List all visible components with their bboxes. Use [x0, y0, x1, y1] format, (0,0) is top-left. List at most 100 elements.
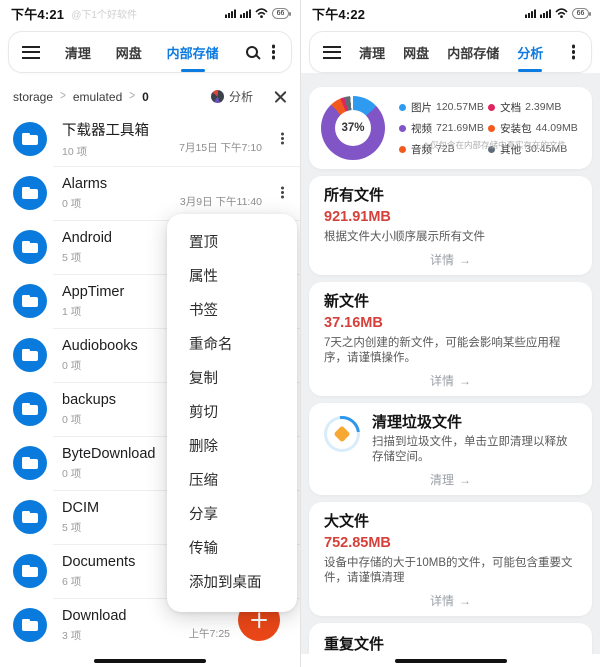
breadcrumb-segment[interactable]: storage [13, 90, 53, 104]
screen: 下午4:21 @下1个好软件 66 清理 网盘 内部存储 storage > e… [0, 0, 600, 667]
legend-item-videos: 视频721.69MB [399, 121, 486, 136]
menu-item-bookmark[interactable]: 书签 [167, 294, 297, 328]
menu-item-compress[interactable]: 压缩 [167, 464, 297, 498]
legend-item-documents: 文档2.39MB [488, 100, 580, 115]
tab-cloud-drive[interactable]: 网盘 [403, 43, 429, 62]
card-title: 重复文件 [324, 636, 577, 653]
menu-item-delete[interactable]: 删除 [167, 430, 297, 464]
tab-internal-storage[interactable]: 内部存储 [167, 43, 219, 62]
wifi-icon [255, 8, 268, 18]
gesture-bar [301, 654, 600, 667]
legend-dot [399, 146, 406, 153]
file-count: 6 项 [62, 574, 135, 589]
arrow-right-icon: → [459, 594, 471, 608]
storage-summary-card: 37% 图片120.57MB 视频721.69MB 音频72B 文档2.39MB… [309, 87, 592, 169]
cellular-signal-icon [240, 9, 251, 18]
menu-item-cut[interactable]: 剪切 [167, 396, 297, 430]
chevron-right-icon: > [60, 89, 66, 103]
folder-icon [13, 176, 47, 210]
file-name: backups [62, 392, 116, 408]
file-name: 下载器工具箱 [62, 119, 149, 140]
folder-icon [13, 500, 47, 534]
menu-icon[interactable] [323, 46, 341, 59]
file-name: Android [62, 230, 112, 246]
row-more-icon[interactable] [281, 191, 284, 194]
menu-item-rename[interactable]: 重命名 [167, 328, 297, 362]
top-tab-bar: 清理 网盘 内部存储 分析 [309, 31, 592, 73]
file-name: Audiobooks [62, 338, 138, 354]
analyze-button[interactable]: 分析 [211, 88, 253, 105]
home-indicator[interactable] [395, 659, 507, 663]
menu-item-add-to-home[interactable]: 添加到桌面 [167, 566, 297, 600]
battery-icon: 66 [272, 8, 289, 19]
file-count: 1 项 [62, 304, 124, 319]
more-options-icon[interactable] [272, 50, 276, 54]
menu-item-share[interactable]: 分享 [167, 498, 297, 532]
analyze-label: 分析 [229, 88, 253, 105]
context-menu: 置顶 属性 书签 重命名 复制 剪切 删除 压缩 分享 传输 添加到桌面 [167, 214, 297, 612]
file-count: 0 项 [62, 196, 107, 211]
folder-icon [13, 122, 47, 156]
file-row[interactable]: 下载器工具箱10 项 7月15日 下午7:10 [0, 112, 300, 166]
legend-dot [488, 125, 495, 132]
left-phone-internal-storage: 下午4:21 @下1个好软件 66 清理 网盘 内部存储 storage > e… [0, 0, 300, 667]
card-title: 新文件 [324, 293, 577, 310]
file-count: 0 项 [62, 358, 138, 373]
card-all-files: 所有文件 921.91MB 根据文件大小顺序展示所有文件 详情→ [309, 176, 592, 275]
wifi-icon [555, 8, 568, 18]
menu-item-properties[interactable]: 属性 [167, 260, 297, 294]
cellular-signal-icon [525, 9, 536, 18]
broom-icon [324, 416, 360, 452]
arrow-right-icon: → [459, 473, 471, 487]
breadcrumb-segment-current[interactable]: 0 [142, 90, 149, 104]
folder-icon [13, 284, 47, 318]
legend-item-images: 图片120.57MB [399, 100, 486, 115]
status-icons: 66 [525, 8, 589, 19]
storage-donut-chart: 37% [321, 96, 385, 160]
file-name: Download [62, 608, 127, 624]
battery-icon: 66 [572, 8, 589, 19]
legend-dot [488, 104, 495, 111]
right-phone-analyze: 下午4:22 66 清理 网盘 内部存储 分析 [300, 0, 600, 667]
details-button[interactable]: 详情→ [324, 246, 577, 270]
file-name: ByteDownload [62, 446, 156, 462]
cellular-signal-icon [540, 9, 551, 18]
status-bar: 下午4:21 @下1个好软件 66 [0, 0, 300, 26]
legend-item-packages: 安装包44.09MB [488, 121, 580, 136]
row-more-icon[interactable] [281, 137, 284, 140]
breadcrumb-segment[interactable]: emulated [73, 90, 122, 104]
legend-dot [399, 104, 406, 111]
file-row[interactable]: Alarms0 项 3月9日 下午11:40 [0, 166, 300, 220]
card-size-value: 921.91MB [324, 209, 577, 225]
menu-item-pin-to-top[interactable]: 置顶 [167, 226, 297, 260]
file-count: 5 项 [62, 250, 112, 265]
details-button[interactable]: 详情→ [324, 587, 577, 611]
details-button[interactable]: 详情→ [324, 367, 577, 391]
tab-clean[interactable]: 清理 [359, 43, 385, 62]
file-count: 10 项 [62, 144, 149, 159]
breadcrumb: storage > emulated > 0 分析 [0, 79, 300, 112]
more-options-icon[interactable] [572, 50, 576, 54]
clean-button[interactable]: 清理→ [324, 466, 577, 490]
menu-icon[interactable] [22, 46, 40, 59]
home-indicator[interactable] [94, 659, 206, 663]
tab-cloud-drive[interactable]: 网盘 [116, 43, 142, 62]
donut-legend: 图片120.57MB 视频721.69MB 音频72B 文档2.39MB 安装包… [399, 100, 580, 157]
status-icons: 66 [225, 8, 289, 19]
pie-chart-icon [211, 90, 224, 103]
file-name: AppTimer [62, 284, 124, 300]
tab-clean[interactable]: 清理 [65, 43, 91, 62]
menu-item-transfer[interactable]: 传输 [167, 532, 297, 566]
tab-analyze[interactable]: 分析 [517, 43, 543, 62]
donut-footnote: * 仅包含在内部存储中真实存在的文件 [424, 139, 566, 151]
card-large-files: 大文件 752.85MB 设备中存储的大于10MB的文件，可能包含重要文件，请谨… [309, 502, 592, 616]
menu-item-copy[interactable]: 复制 [167, 362, 297, 396]
card-description: 7天之内创建的新文件，可能会影响某些应用程序，请谨慎操作。 [324, 336, 577, 367]
search-icon[interactable] [246, 46, 258, 58]
close-icon[interactable] [274, 90, 287, 103]
status-bar: 下午4:22 66 [301, 0, 600, 26]
tab-internal-storage[interactable]: 内部存储 [447, 43, 499, 62]
chevron-right-icon: > [129, 89, 135, 103]
file-name: Documents [62, 554, 135, 570]
folder-icon [13, 338, 47, 372]
